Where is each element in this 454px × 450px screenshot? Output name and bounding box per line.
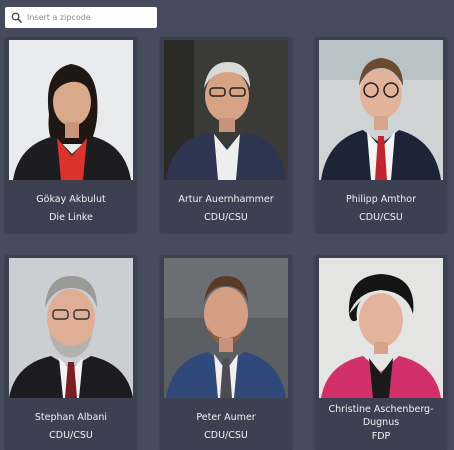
candidate-card[interactable]: Gökay Akbulut Die Linke: [5, 37, 137, 232]
candidate-name: Stephan Albani: [34, 412, 108, 423]
candidate-name: Christine Aschenberg-Dugnus: [328, 404, 434, 428]
candidate-photo: [9, 40, 133, 180]
candidate-card[interactable]: Peter Aumer CDU/CSU: [160, 255, 292, 450]
candidate-card[interactable]: Stephan Albani CDU/CSU: [5, 255, 137, 450]
zipcode-input[interactable]: [27, 13, 147, 22]
candidate-photo: [164, 40, 288, 180]
candidate-party: CDU/CSU: [359, 212, 403, 223]
candidate-photo: [9, 258, 133, 398]
candidate-card[interactable]: Christine Aschenberg-Dugnus FDP: [315, 255, 447, 450]
candidate-name: Gökay Akbulut: [36, 194, 106, 205]
candidate-card[interactable]: Artur Auernhammer CDU/CSU: [160, 37, 292, 232]
candidate-name: Artur Auernhammer: [178, 194, 274, 205]
candidate-party: FDP: [371, 431, 391, 442]
candidate-photo: [164, 258, 288, 398]
candidate-card[interactable]: Philipp Amthor CDU/CSU: [315, 37, 447, 232]
candidate-party: CDU/CSU: [204, 212, 248, 223]
search-icon: [11, 12, 22, 23]
candidate-name: Philipp Amthor: [346, 194, 416, 205]
zipcode-search[interactable]: [5, 7, 157, 28]
candidate-name: Peter Aumer: [196, 412, 256, 423]
candidate-photo: [319, 258, 443, 398]
candidate-party: CDU/CSU: [204, 430, 248, 441]
candidate-party: CDU/CSU: [49, 430, 93, 441]
candidate-photo: [319, 40, 443, 180]
candidate-party: Die Linke: [49, 212, 93, 223]
